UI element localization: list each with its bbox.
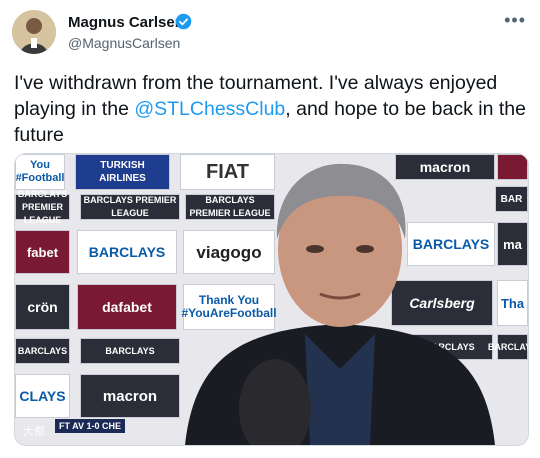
watermark: 大都 bbox=[23, 426, 45, 438]
board-label: dafabet bbox=[102, 298, 152, 315]
board-label: crön bbox=[27, 298, 58, 315]
more-horizontal-icon[interactable]: ••• bbox=[504, 10, 526, 31]
board-label: BARCLAYS PREMIER LEAGUE bbox=[17, 188, 68, 225]
board: BARCLAYS bbox=[15, 338, 70, 364]
author-name[interactable]: Magnus Carlsen bbox=[68, 14, 184, 31]
board: You #Football bbox=[15, 154, 65, 190]
verified-badge-icon bbox=[175, 13, 192, 30]
board-label: CLAYS bbox=[19, 387, 66, 404]
board: BARCLAYS bbox=[77, 230, 177, 274]
board: fabet bbox=[15, 230, 70, 274]
board: dafabet bbox=[77, 284, 177, 330]
board-label: TURKISH AIRLINES bbox=[99, 160, 146, 184]
avatar[interactable] bbox=[12, 10, 56, 54]
board-label: BARCLAYS bbox=[88, 243, 166, 260]
score-overlay: FT AV 1-0 CHE bbox=[55, 419, 126, 433]
tweet-text: I've withdrawn from the tournament. I've… bbox=[14, 70, 529, 148]
board-label: ma bbox=[503, 236, 522, 252]
tweet-media[interactable]: You #Football TURKISH AIRLINES FIAT macr… bbox=[14, 153, 529, 446]
board-label: BARCLAYS bbox=[105, 345, 155, 356]
board-label: fabet bbox=[26, 244, 59, 260]
board: crön bbox=[15, 284, 70, 330]
board: TURKISH AIRLINES bbox=[75, 154, 170, 190]
interviewee-figure bbox=[185, 163, 495, 445]
board: CLAYS bbox=[15, 374, 70, 418]
board: BARCLAYS PREMIER LEAGUE bbox=[15, 189, 70, 225]
author-handle[interactable]: @MagnusCarlsen bbox=[68, 35, 180, 51]
board-label: You #Football bbox=[15, 159, 65, 184]
board-label: macron bbox=[102, 387, 158, 405]
mention-link[interactable]: @STLChessClub bbox=[134, 98, 285, 120]
tweet-card: Magnus Carlsen @MagnusCarlsen ••• I've w… bbox=[0, 0, 540, 458]
board-label: BARCLAYS bbox=[17, 345, 68, 356]
